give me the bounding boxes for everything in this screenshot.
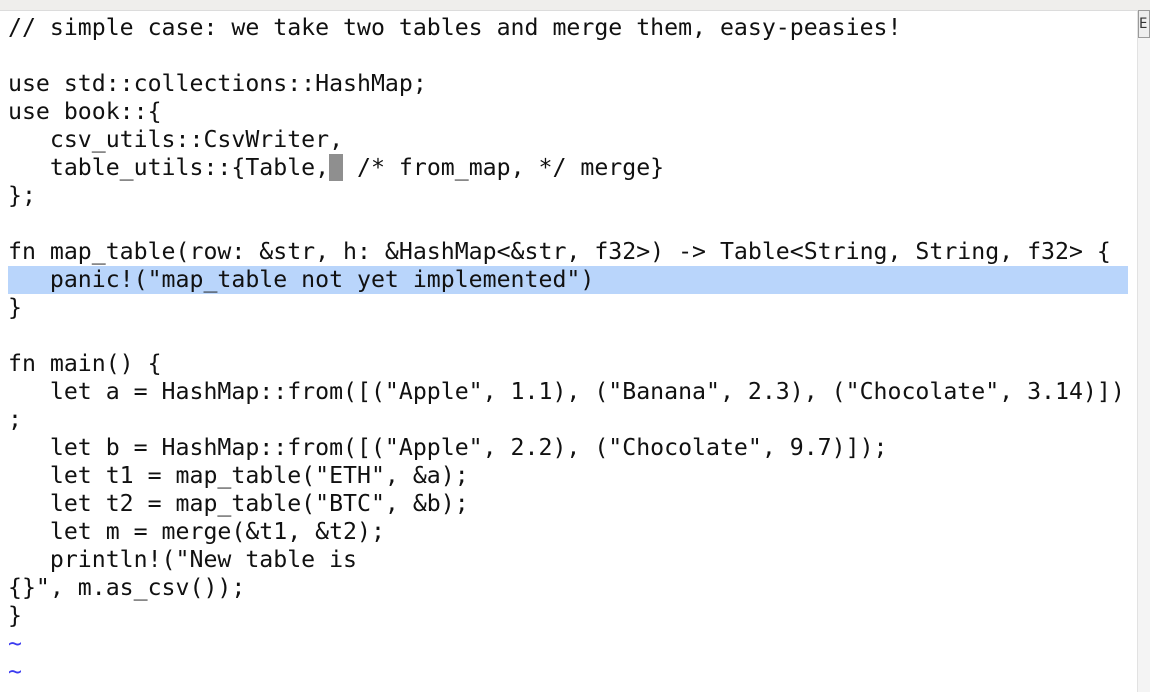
scrollbar-thumb-icon[interactable]: E — [1138, 10, 1150, 38]
code-text: {}", m.as_csv()); — [8, 574, 246, 601]
code-line[interactable]: use book::{ — [8, 98, 1128, 126]
vertical-scrollbar[interactable]: E — [1137, 10, 1150, 692]
code-text: } — [8, 294, 22, 321]
code-text: csv_utils::CsvWriter, — [8, 126, 344, 153]
code-text: println!("New table is — [8, 546, 358, 573]
text-cursor — [329, 154, 344, 181]
code-line[interactable]: }; — [8, 182, 1128, 210]
code-text: // simple case: we take two tables and m… — [8, 14, 902, 41]
code-line[interactable] — [8, 42, 1128, 70]
highlighted-code-line[interactable]: panic!("map_table not yet implemented") — [8, 266, 1128, 294]
code-line[interactable]: table_utils::{Table, /* from_map, */ mer… — [8, 154, 1128, 182]
empty-line-marker[interactable]: ~ — [8, 658, 1128, 686]
code-editor[interactable]: // simple case: we take two tables and m… — [8, 14, 1128, 686]
code-text: table_utils::{Table, — [8, 154, 330, 181]
code-text: use book::{ — [8, 98, 162, 125]
code-text: ; — [8, 406, 22, 433]
code-line[interactable] — [8, 210, 1128, 238]
code-line[interactable]: let a = HashMap::from([("Apple", 1.1), (… — [8, 378, 1128, 406]
code-line[interactable]: let t1 = map_table("ETH", &a); — [8, 462, 1128, 490]
code-line[interactable]: } — [8, 602, 1128, 630]
code-text: let m = merge(&t1, &t2); — [8, 518, 385, 545]
code-text: ~ — [8, 630, 22, 657]
code-text: panic!("map_table not yet implemented") — [8, 266, 595, 293]
code-text: let a = HashMap::from([("Apple", 1.1), (… — [8, 378, 1125, 405]
code-line[interactable]: use std::collections::HashMap; — [8, 70, 1128, 98]
code-line[interactable]: fn map_table(row: &str, h: &HashMap<&str… — [8, 238, 1128, 266]
code-line[interactable]: println!("New table is — [8, 546, 1128, 574]
code-text: use std::collections::HashMap; — [8, 70, 427, 97]
code-line[interactable]: {}", m.as_csv()); — [8, 574, 1128, 602]
code-line[interactable]: ; — [8, 406, 1128, 434]
code-line[interactable]: let t2 = map_table("BTC", &b); — [8, 490, 1128, 518]
code-line[interactable]: fn main() { — [8, 350, 1128, 378]
code-line[interactable] — [8, 322, 1128, 350]
code-text: /* from_map, */ merge} — [343, 154, 665, 181]
code-line[interactable]: let m = merge(&t1, &t2); — [8, 518, 1128, 546]
code-text: } — [8, 602, 22, 629]
code-line[interactable]: let b = HashMap::from([("Apple", 2.2), (… — [8, 434, 1128, 462]
code-text: fn map_table(row: &str, h: &HashMap<&str… — [8, 238, 1111, 265]
code-line[interactable]: // simple case: we take two tables and m… — [8, 14, 1128, 42]
code-text: ~ — [8, 658, 22, 685]
code-line[interactable]: csv_utils::CsvWriter, — [8, 126, 1128, 154]
code-line[interactable]: } — [8, 294, 1128, 322]
code-text: let t1 = map_table("ETH", &a); — [8, 462, 469, 489]
empty-line-marker[interactable]: ~ — [8, 630, 1128, 658]
code-text: let t2 = map_table("BTC", &b); — [8, 490, 469, 517]
code-text: }; — [8, 182, 36, 209]
window-title-bar — [0, 0, 1150, 11]
code-text: fn main() { — [8, 350, 162, 377]
code-text: let b = HashMap::from([("Apple", 2.2), (… — [8, 434, 888, 461]
